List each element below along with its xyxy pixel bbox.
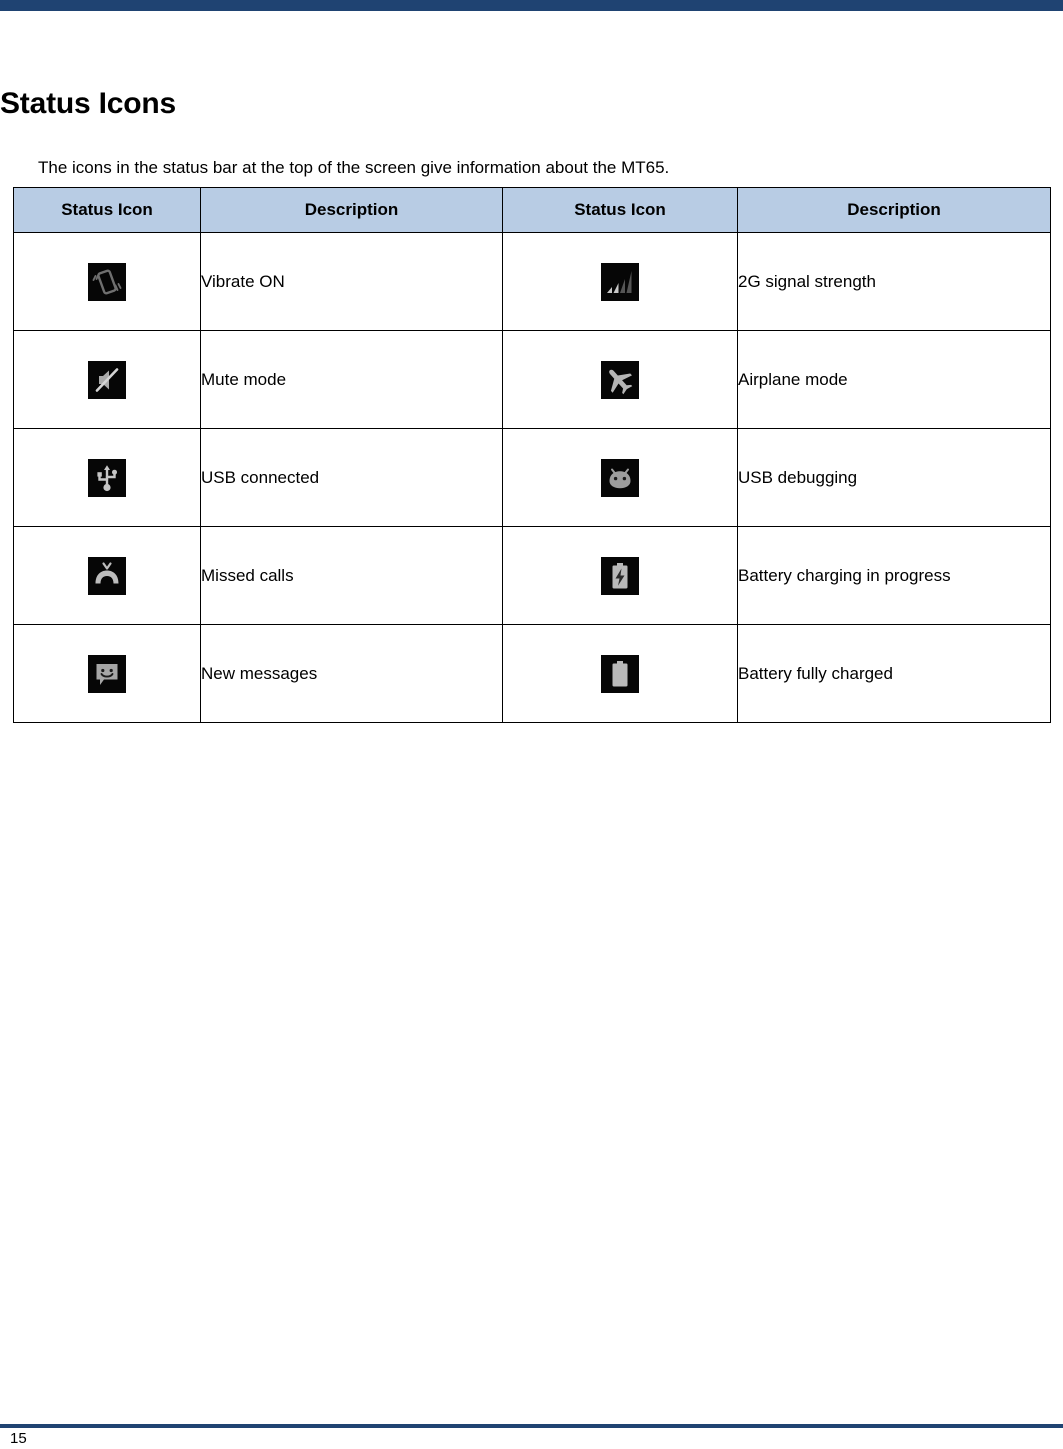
status-icon-cell	[13, 330, 201, 429]
table-row: Missed calls Battery charging in progres…	[13, 526, 1051, 625]
status-icon-description: Battery fully charged	[737, 624, 1051, 723]
status-icon-description: Missed calls	[200, 526, 503, 625]
status-icon-cell	[13, 232, 201, 331]
status-icon-cell	[502, 624, 738, 723]
table-row: USB connected USB debugging	[13, 428, 1051, 527]
table-header-row: Status Icon Description Status Icon Desc…	[13, 187, 1051, 233]
table-row: New messages Battery fully charged	[13, 624, 1051, 723]
status-icon-description: USB debugging	[737, 428, 1051, 527]
column-header-status-icon-left: Status Icon	[13, 187, 201, 233]
status-icon-cell	[502, 428, 738, 527]
table-row: Vibrate ON 2G signal strength	[13, 232, 1051, 331]
table-row: Mute mode Airplane mode	[13, 330, 1051, 429]
footer-rule	[0, 1424, 1063, 1428]
vibrate-on-icon	[88, 262, 126, 301]
usb-debugging-icon	[601, 458, 639, 497]
missed-calls-icon	[88, 556, 126, 595]
status-icon-cell	[13, 624, 201, 723]
status-icon-cell	[13, 428, 201, 527]
status-icons-table: Status Icon Description Status Icon Desc…	[13, 187, 1051, 723]
status-icon-description: USB connected	[200, 428, 503, 527]
new-messages-icon	[88, 654, 126, 693]
battery-full-icon	[601, 654, 639, 693]
status-icon-description: Airplane mode	[737, 330, 1051, 429]
usb-connected-icon	[88, 458, 126, 497]
signal-strength-2g-icon	[601, 262, 639, 301]
column-header-description-left: Description	[200, 187, 503, 233]
header-rule	[0, 0, 1063, 11]
status-icon-cell	[13, 526, 201, 625]
intro-paragraph: The icons in the status bar at the top o…	[38, 158, 670, 177]
battery-charging-icon	[601, 556, 639, 595]
column-header-description-right: Description	[737, 187, 1051, 233]
status-icon-description: New messages	[200, 624, 503, 723]
airplane-mode-icon	[601, 360, 639, 399]
status-icon-description: Vibrate ON	[200, 232, 503, 331]
mute-mode-icon	[88, 360, 126, 399]
status-icon-description: 2G signal strength	[737, 232, 1051, 331]
status-icon-description: Mute mode	[200, 330, 503, 429]
column-header-status-icon-right: Status Icon	[502, 187, 738, 233]
page-number: 15	[10, 1430, 27, 1447]
status-icon-cell	[502, 526, 738, 625]
status-icon-description: Battery charging in progress	[737, 526, 1051, 625]
status-icon-cell	[502, 232, 738, 331]
status-icon-cell	[502, 330, 738, 429]
page-title: Status Icons	[0, 87, 176, 121]
